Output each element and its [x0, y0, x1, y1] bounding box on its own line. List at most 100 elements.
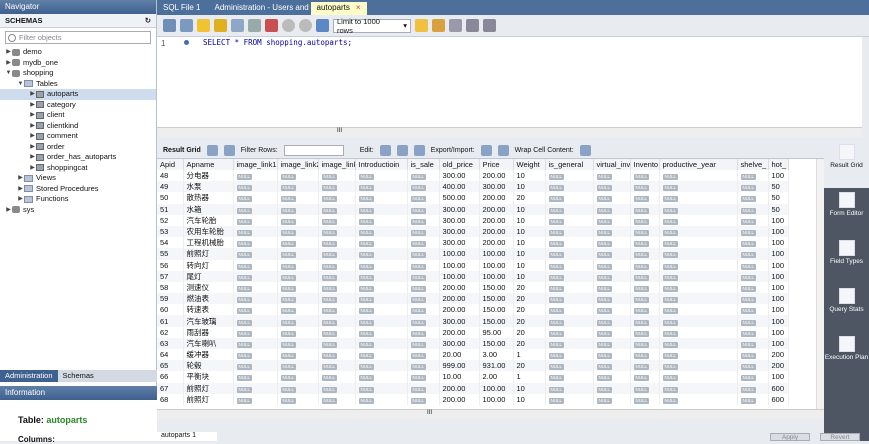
table-cell[interactable]: NULL	[630, 393, 660, 405]
toggle-icon[interactable]: ▼	[17, 79, 24, 90]
table-cell[interactable]: NULL	[318, 203, 356, 215]
table-cell[interactable]: NULL	[355, 304, 408, 316]
table-cell[interactable]: NULL	[593, 170, 631, 182]
side-button-form-editor[interactable]: Form Editor	[824, 188, 869, 236]
table-cell[interactable]: NULL	[659, 326, 738, 338]
filter-objects-input[interactable]: Filter objects	[5, 31, 151, 44]
table-cell[interactable]: NULL	[630, 281, 660, 294]
table-cell[interactable]: 1	[513, 371, 546, 383]
side-button-result-grid[interactable]: Result Grid	[824, 140, 869, 188]
table-cell[interactable]: NULL	[593, 293, 631, 305]
table-cell[interactable]: NULL	[355, 237, 408, 249]
table-cell[interactable]: 10	[513, 203, 546, 215]
table-cell[interactable]: NULL	[318, 393, 356, 405]
table-cell[interactable]: 68	[157, 393, 184, 405]
column-header[interactable]: Introductioin	[355, 159, 408, 170]
table-cell[interactable]: NULL	[407, 304, 440, 316]
table-cell[interactable]: 200.00	[439, 382, 480, 394]
column-header[interactable]: image_link	[318, 159, 356, 170]
table-cell[interactable]: 300.00	[439, 225, 480, 238]
refresh-icon[interactable]	[223, 145, 235, 156]
table-cell[interactable]: 200.00	[479, 192, 514, 204]
table-cell[interactable]: NULL	[545, 371, 594, 383]
wrap-toggle-icon[interactable]	[579, 145, 591, 156]
table-cell[interactable]: NULL	[545, 281, 594, 294]
table-cell[interactable]: NULL	[545, 225, 594, 238]
table-cell[interactable]: 200.00	[439, 304, 480, 316]
table-cell[interactable]: NULL	[659, 304, 738, 316]
table-row[interactable]: 53 农用车轮胎 NULL NULL NULL NULL NULL 300.00 200.00 1…	[157, 225, 789, 238]
table-cell[interactable]: NULL	[233, 170, 278, 182]
side-button-query-stats[interactable]: Query Stats	[824, 284, 869, 332]
table-cell[interactable]: NULL	[233, 192, 278, 204]
table-cell[interactable]: NULL	[407, 349, 440, 361]
table-cell[interactable]: NULL	[277, 170, 319, 182]
tree-item-order[interactable]: ▶ order	[0, 142, 156, 153]
table-cell[interactable]: 65	[157, 360, 184, 372]
table-cell[interactable]: 10	[513, 170, 546, 182]
table-cell[interactable]: NULL	[277, 393, 319, 405]
table-cell[interactable]: 10.00	[439, 371, 480, 383]
tree-item-clientkind[interactable]: ▶ clientkind	[0, 121, 156, 132]
table-cell[interactable]: NULL	[233, 237, 278, 249]
table-cell[interactable]: 分电器	[183, 170, 234, 182]
table-cell[interactable]: 150.00	[479, 315, 514, 327]
table-cell[interactable]: 60	[157, 304, 184, 316]
table-cell[interactable]: 56	[157, 259, 184, 271]
table-cell[interactable]: 20	[513, 337, 546, 349]
table-cell[interactable]: NULL	[355, 393, 408, 405]
table-cell[interactable]: 100	[768, 326, 789, 338]
table-cell[interactable]: NULL	[407, 237, 440, 249]
table-cell[interactable]: NULL	[593, 326, 631, 338]
table-cell[interactable]: 汽车喇叭	[183, 337, 234, 349]
table-cell[interactable]: 100.00	[479, 259, 514, 271]
column-header[interactable]: is_sale	[407, 159, 440, 170]
table-cell[interactable]: 100	[768, 281, 789, 294]
table-cell[interactable]: NULL	[318, 225, 356, 238]
table-cell[interactable]: NULL	[737, 293, 769, 305]
table-cell[interactable]: 600	[768, 393, 789, 405]
table-cell[interactable]: 300.00	[479, 181, 514, 193]
table-cell[interactable]: NULL	[593, 349, 631, 361]
table-cell[interactable]: NULL	[277, 360, 319, 372]
table-row[interactable]: 48 分电器 NULL NULL NULL NULL NULL 300.00 200.00 10 N…	[157, 170, 789, 182]
autocommit-icon[interactable]	[316, 19, 329, 32]
table-cell[interactable]: NULL	[659, 382, 738, 394]
table-cell[interactable]: 尾灯	[183, 270, 234, 282]
table-cell[interactable]: NULL	[277, 237, 319, 249]
table-cell[interactable]: NULL	[593, 281, 631, 294]
table-cell[interactable]: 10	[513, 270, 546, 282]
table-cell[interactable]: NULL	[593, 214, 631, 226]
table-cell[interactable]: NULL	[593, 360, 631, 372]
sql-editor[interactable]	[157, 37, 862, 127]
rollback-icon[interactable]	[299, 19, 312, 32]
result-grid-label[interactable]: Result Grid	[163, 147, 201, 154]
table-cell[interactable]: NULL	[659, 181, 738, 193]
bookmark-icon[interactable]	[415, 19, 428, 32]
table-row[interactable]: 51 水箱 NULL NULL NULL NULL NULL 300.00 200.00 10 NU…	[157, 203, 789, 215]
table-cell[interactable]: NULL	[233, 326, 278, 338]
table-row[interactable]: 65 轮毂 NULL NULL NULL NULL NULL 999.00 931.00 20 NU…	[157, 360, 789, 372]
table-cell[interactable]: 50	[768, 181, 789, 193]
table-cell[interactable]: 100	[768, 371, 789, 383]
table-cell[interactable]: NULL	[407, 315, 440, 327]
table-cell[interactable]: NULL	[737, 349, 769, 361]
table-cell[interactable]: NULL	[593, 237, 631, 249]
toggle-icon[interactable]: ▶	[5, 58, 12, 69]
table-cell[interactable]: NULL	[737, 192, 769, 204]
table-cell[interactable]: NULL	[737, 259, 769, 271]
table-cell[interactable]: NULL	[277, 214, 319, 226]
table-cell[interactable]: NULL	[630, 192, 660, 204]
table-cell[interactable]: NULL	[233, 293, 278, 305]
table-cell[interactable]: 10	[513, 237, 546, 249]
tree-item-sys[interactable]: ▶ sys	[0, 205, 156, 216]
table-cell[interactable]: NULL	[277, 293, 319, 305]
table-cell[interactable]: 53	[157, 225, 184, 238]
table-cell[interactable]: NULL	[407, 326, 440, 338]
table-cell[interactable]: NULL	[233, 181, 278, 193]
stop-icon[interactable]	[248, 19, 261, 32]
table-cell[interactable]: 150.00	[479, 337, 514, 349]
table-cell[interactable]: NULL	[233, 315, 278, 327]
table-cell[interactable]: NULL	[277, 259, 319, 271]
table-cell[interactable]: NULL	[233, 382, 278, 394]
